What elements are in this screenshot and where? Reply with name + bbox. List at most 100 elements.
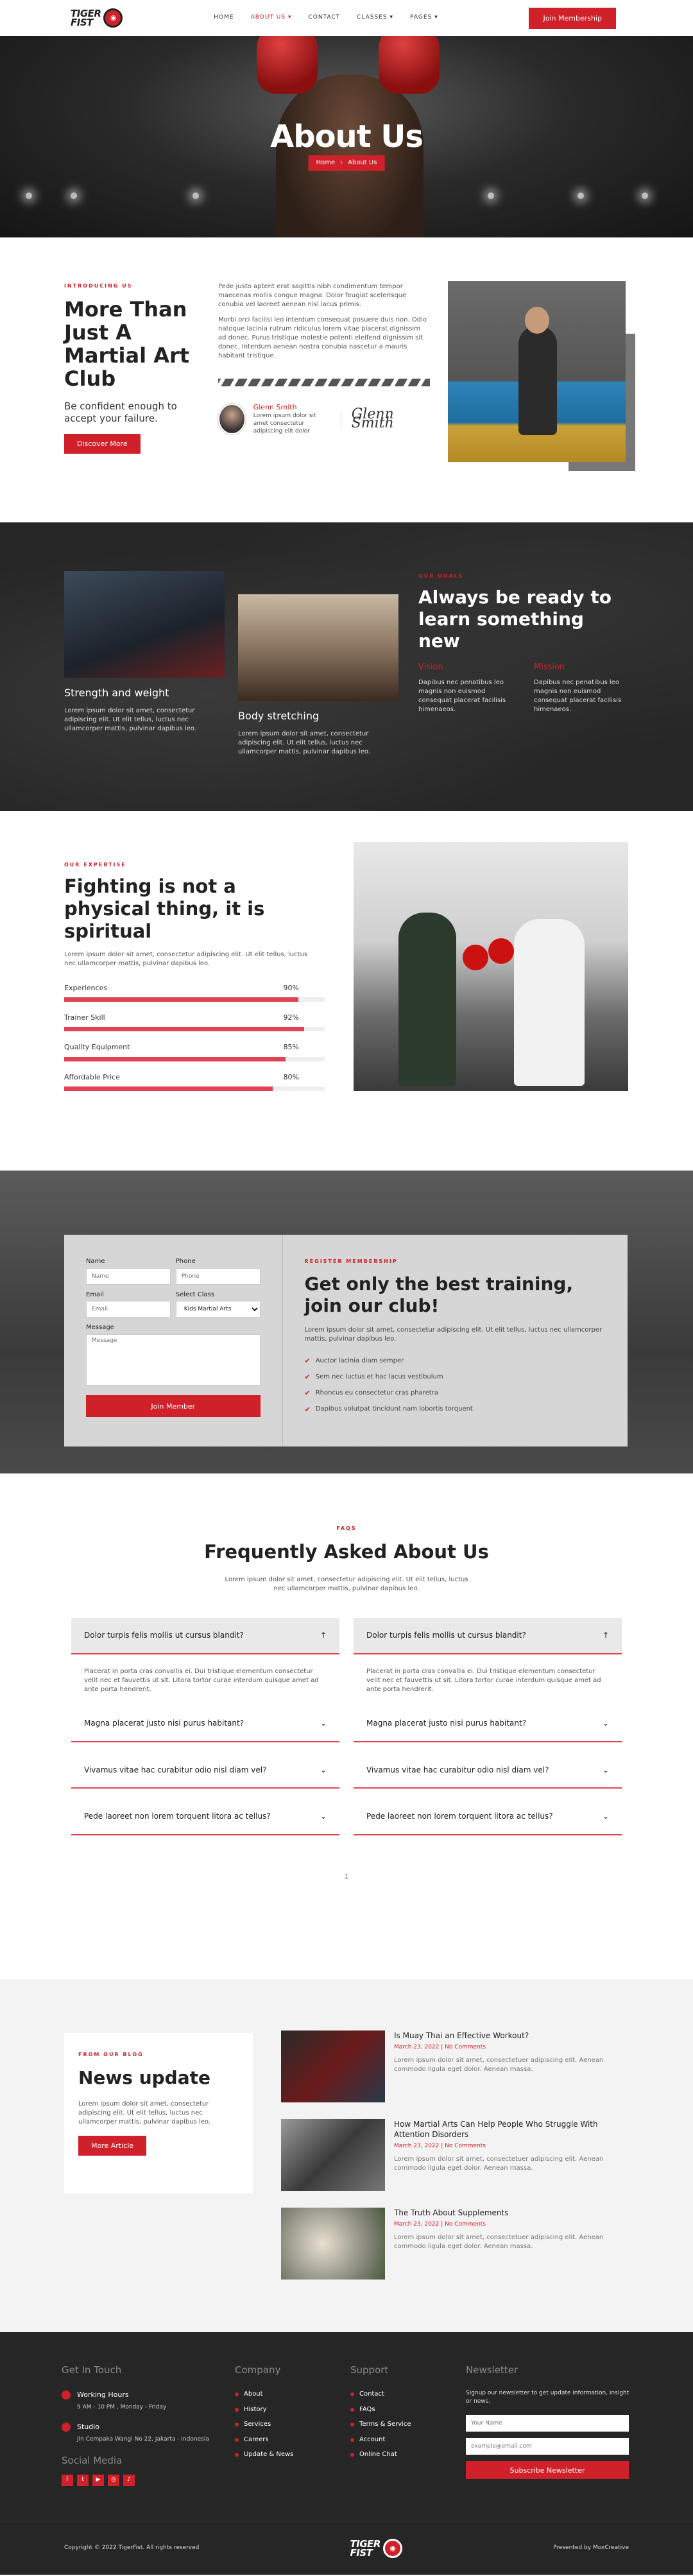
footer-link[interactable]: FAQs [350,2405,411,2415]
author-name: Glenn Smith [253,403,297,411]
faq-question[interactable]: Vivamus vitae hac curabitur odio nisl di… [354,1753,622,1789]
footer-link[interactable]: Update & News [235,2450,293,2460]
goals-title: Always be ready to learn something new [418,587,612,652]
class-select[interactable]: Kids Martial Arts [175,1301,261,1318]
expertise-section: OUR EXPERTISE Fighting is not a physical… [0,811,693,1171]
services-section: Strength and weight Lorem ipsum dolor si… [0,522,693,811]
footer-link[interactable]: Online Chat [350,2450,411,2460]
tiktok-icon[interactable]: ♪ [123,2474,135,2486]
post-meta: March 23, 2022 | No Comments [394,2044,486,2050]
blog-post[interactable]: How Martial Arts Can Help People Who Str… [281,2119,629,2191]
name-field[interactable] [86,1267,171,1285]
faq-question[interactable]: Vivamus vitae hac curabitur odio nisl di… [71,1753,339,1789]
footer-heading: Get In Touch [62,2364,122,2376]
faq-title: Frequently Asked About Us [204,1541,489,1563]
chevron-down-icon: ⌄ [602,1718,609,1728]
blog-post[interactable]: The Truth About Supplements March 23, 202… [281,2208,629,2280]
join-membership-button[interactable]: Join Membership [529,7,616,29]
footer-link[interactable]: About [235,2389,293,2400]
message-field[interactable] [86,1334,261,1386]
skill-percent: 80% [283,1072,299,1081]
faq-question[interactable]: Dolor turpis felis mollis ut cursus blan… [354,1618,622,1654]
post-thumbnail[interactable] [281,2119,385,2191]
phone-field[interactable] [175,1267,261,1285]
email-label: Email [86,1291,104,1298]
intro-paragraph-2: Morbi orci facilisi leo interdum consequ… [218,316,427,359]
service-card[interactable]: Strength and weight Lorem ipsum dolor si… [64,571,225,734]
skill-label: Quality Equipment [64,1043,130,1052]
blog-post[interactable]: Is Muay Thai an Effective Workout? March … [281,2031,629,2102]
boxing-glove-left-image [257,36,318,94]
discover-more-button[interactable]: Discover More [64,434,141,454]
pagination-number[interactable]: 1 [0,1871,693,1882]
facebook-icon[interactable]: f [62,2474,73,2486]
list-item: ✔ Auctor lacinia diam semper [305,1355,606,1366]
footer-link[interactable]: Careers [235,2435,293,2445]
faq-answer: Placerat in porta cras convallis ei. Dui… [84,1667,319,1693]
class-label: Select Class [175,1291,215,1298]
copyright: Copyright © 2022 TigerFist. All rights r… [64,2544,200,2551]
twitter-icon[interactable]: t [77,2474,89,2486]
footer-logo[interactable]: TIGER FIST ◉ [350,2538,402,2558]
skill-fill [64,997,299,1002]
nav-classes[interactable]: CLASSES ▾ [357,13,393,22]
footer-link[interactable]: History [235,2405,293,2415]
post-excerpt: Lorem ipsum dolor sit amet, consectetuer… [394,2056,604,2073]
faq-column-left: Dolor turpis felis mollis ut cursus blan… [71,1618,339,1845]
newsletter-name-field[interactable] [466,2415,629,2432]
chevron-down-icon: ⌄ [602,1812,609,1821]
post-title[interactable]: Is Muay Thai an Effective Workout? [394,2031,629,2041]
nav-home[interactable]: HOME [214,13,234,22]
membership-form: Name Phone Email Select Class Kids Martia… [64,1235,283,1447]
expertise-title: Fighting is not a physical thing, it is … [64,875,265,943]
service-card[interactable]: Body stretching Lorem ipsum dolor sit am… [238,594,398,757]
page-title: About Us [270,119,424,155]
newsletter-text: Signup our newsletter to get update info… [466,2390,629,2405]
nav-pages[interactable]: PAGES ▾ [410,13,438,22]
location-icon [62,2422,71,2432]
newsletter-email-field[interactable] [466,2438,629,2455]
instagram-icon[interactable]: ◎ [108,2474,119,2486]
nav-contact[interactable]: CONTACT [308,13,340,22]
faq-question[interactable]: Pede laoreet non lorem torquent litora a… [71,1799,339,1835]
martial-artist-photo [448,281,626,462]
faq-question[interactable]: Pede laoreet non lorem torquent litora a… [354,1799,622,1835]
intro-paragraph-1: Pede justo aptent erat sagittis nibh con… [218,283,407,308]
blog-section: FROM OUR BLOG News update Lorem ipsum do… [0,1979,693,2332]
nav-about-us[interactable]: ABOUT US ▾ [251,13,292,22]
check-icon: ✔ [304,1357,311,1366]
skill-label: Trainer Skill [64,1013,105,1022]
footer-link[interactable]: Contact [350,2389,411,2400]
footer-link[interactable]: Account [350,2435,411,2445]
blog-text: Lorem ipsum dolor sit amet, consectetur … [78,2100,210,2125]
footer-contact: Get In Touch Working Hours 9 AM - 10 PM ,… [62,2363,228,2486]
list-item: ✔ Sem nec luctus et hac lacus vestibulum [305,1371,606,1382]
skill-fill [64,1086,273,1091]
expertise-lead: Lorem ipsum dolor sit amet, consectetur … [64,951,308,968]
post-thumbnail[interactable] [281,2031,385,2102]
join-member-button[interactable]: Join Member [86,1395,261,1418]
footer-link[interactable]: Terms & Service [350,2419,411,2430]
youtube-icon[interactable]: ▶ [92,2474,104,2486]
register-text: Lorem ipsum dolor sit amet, consectetur … [304,1327,603,1343]
subscribe-button[interactable]: Subscribe Newsletter [466,2461,629,2480]
skill-label: Affordable Price [64,1072,121,1081]
signature: Glenn Smith [340,408,430,431]
skill-bar: Quality Equipment 85% [64,1042,325,1061]
faq-question[interactable]: Magna placerat justo nisi purus habitant… [71,1706,339,1742]
faq-question[interactable]: Dolor turpis felis mollis ut cursus blan… [71,1618,339,1654]
email-field[interactable] [86,1301,171,1318]
intro-eyebrow: INTRODUCING US [64,283,133,289]
post-title[interactable]: How Martial Arts Can Help People Who Str… [394,2119,629,2140]
chevron-down-icon: ⌄ [320,1765,327,1774]
faq-question[interactable]: Magna placerat justo nisi purus habitant… [354,1706,622,1742]
check-icon: ✔ [304,1405,311,1414]
post-thumbnail[interactable] [281,2208,385,2280]
breadcrumb-current: About Us [348,159,377,166]
more-article-button[interactable]: More Article [78,2135,147,2156]
message-label: Message [86,1324,114,1331]
post-title[interactable]: The Truth About Supplements [394,2208,629,2218]
footer-link[interactable]: Services [235,2419,293,2430]
brand-logo[interactable]: TIGER FIST ◉ [71,8,123,28]
breadcrumb-home[interactable]: Home [316,158,336,168]
